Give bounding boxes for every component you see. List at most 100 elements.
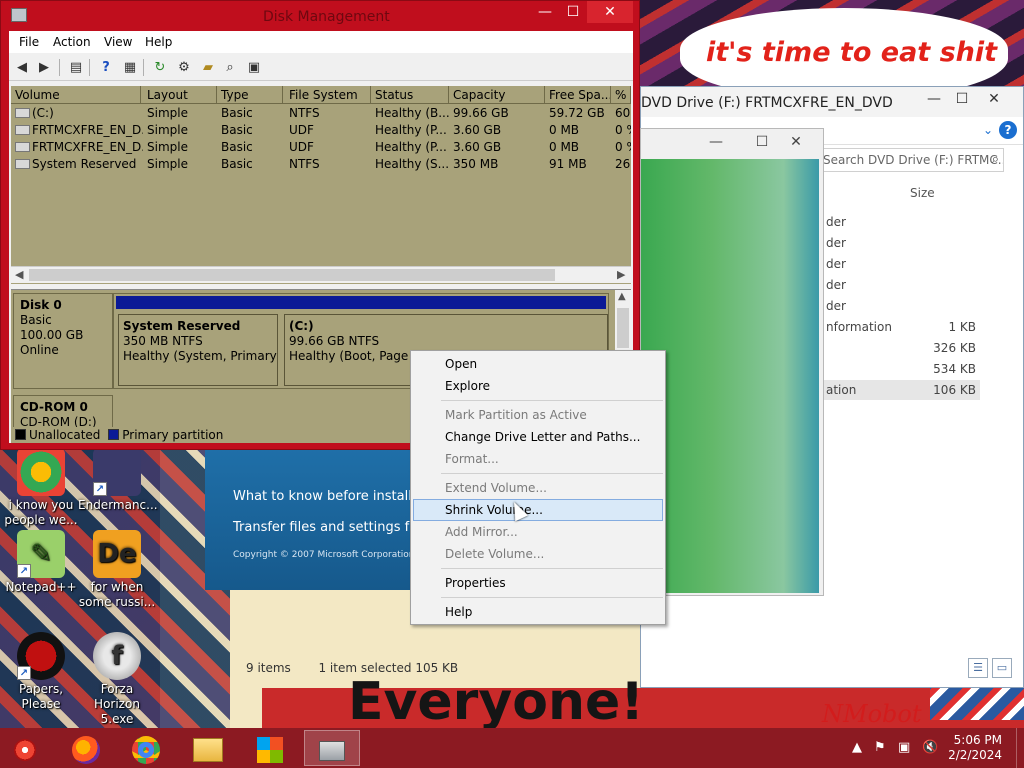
list-item-selected[interactable]: ation 106 KB (824, 380, 980, 400)
forward-arrow-icon[interactable]: ▶ (35, 59, 53, 76)
menu-item-shrink-volume[interactable]: Shrink Volume... (413, 499, 663, 521)
disk-0-label[interactable]: Disk 0 Basic 100.00 GB Online (13, 293, 113, 389)
taskbar-chrome[interactable] (118, 730, 174, 766)
volume-muted-icon[interactable]: 🔇 (922, 740, 938, 755)
list-item[interactable]: der (826, 212, 980, 232)
papers-please-icon: ↗ (17, 632, 65, 680)
chevron-down-icon[interactable]: ⌄ (983, 123, 993, 137)
column-header-layout[interactable]: Layout (143, 86, 217, 104)
scroll-left-icon[interactable]: ◀ (15, 268, 23, 281)
console-tree-icon[interactable]: ▤ (67, 59, 85, 76)
folder-icon (193, 737, 223, 762)
menu-item-format[interactable]: Format... (413, 448, 663, 470)
desktop-icon-label: Notepad++ (5, 580, 77, 594)
menu-file[interactable]: File (19, 35, 39, 49)
settings-icon[interactable]: ▣ (245, 59, 263, 76)
minimize-button[interactable]: — (919, 89, 949, 109)
column-header-status[interactable]: Status (371, 86, 449, 104)
show-hidden-icons-icon[interactable]: ▲ (852, 740, 862, 755)
taskbar: ▲ ⚑ ▣ 🔇 5:06 PM 2/2/2024 (0, 728, 1024, 768)
table-row[interactable]: FRTMCXFRE_EN_D... Simple Basic UDF Healt… (11, 122, 631, 139)
explorer-search-input[interactable]: Search DVD Drive (F:) FRTMC... ⌕ (820, 148, 1004, 172)
action-center-flag-icon[interactable]: ⚑ (874, 740, 886, 755)
table-row[interactable]: (C:) Simple Basic NTFS Healthy (B... 99.… (11, 105, 631, 122)
list-item[interactable]: der (826, 254, 980, 274)
open-folder-icon[interactable]: ▰ (199, 59, 217, 76)
scroll-right-icon[interactable]: ▶ (617, 268, 625, 281)
help-icon[interactable]: ? (97, 59, 115, 76)
desktop-icon-forza-horizon[interactable]: f Forza Horizon 5.exe (78, 632, 156, 727)
rescan-disks-icon[interactable]: ⚙ (175, 59, 193, 76)
menu-help[interactable]: Help (145, 35, 172, 49)
properties-icon[interactable]: ▦ (121, 59, 139, 76)
taskbar-file-explorer[interactable] (180, 730, 236, 766)
scroll-up-icon[interactable]: ▲ (618, 291, 626, 302)
search-icon[interactable]: ⌕ (221, 59, 239, 76)
show-desktop-button[interactable] (1016, 728, 1024, 768)
desktop-icon-endermanch[interactable]: ↗ Endermanc... (78, 448, 158, 513)
refresh-icon[interactable]: ↻ (151, 59, 169, 76)
horizontal-scrollbar[interactable]: ◀ ▶ (11, 266, 631, 283)
explorer-titlebar[interactable]: DVD Drive (F:) FRTMCXFRE_EN_DVD — ☐ ✕ (641, 87, 1023, 117)
start-button[interactable] (0, 730, 50, 766)
menu-action[interactable]: Action (53, 35, 91, 49)
desktop-icon-dialog-editor[interactable]: De for when some russi... (78, 530, 156, 610)
scrollbar-thumb[interactable] (29, 269, 555, 281)
list-item[interactable]: 326 KB (826, 338, 980, 358)
taskbar-clock[interactable]: 5:06 PM 2/2/2024 (948, 733, 1002, 763)
maximize-button[interactable]: ☐ (947, 89, 977, 109)
scrollbar-thumb[interactable] (617, 308, 629, 348)
column-header-capacity[interactable]: Capacity (449, 86, 545, 104)
menu-bar: File Action View Help (9, 31, 633, 53)
menu-view[interactable]: View (104, 35, 132, 49)
search-icon: ⌕ (991, 152, 999, 167)
menu-item-open[interactable]: Open (413, 353, 663, 375)
menu-item-extend-volume[interactable]: Extend Volume... (413, 477, 663, 499)
column-header-file-system[interactable]: File System (285, 86, 371, 104)
list-item[interactable]: der (826, 296, 980, 316)
back-arrow-icon[interactable]: ◀ (13, 59, 31, 76)
column-header-percent-free[interactable]: % F (611, 86, 631, 104)
menu-item-change-drive-letter[interactable]: Change Drive Letter and Paths... (413, 426, 663, 448)
menu-item-delete-volume[interactable]: Delete Volume... (413, 543, 663, 565)
list-item[interactable]: nformation 1 KB (826, 317, 980, 337)
menu-item-help[interactable]: Help (413, 601, 663, 623)
partition-system-reserved[interactable]: System Reserved 350 MB NTFS Healthy (Sys… (118, 314, 278, 386)
close-button[interactable]: ✕ (587, 1, 633, 23)
maximize-button[interactable]: ☐ (559, 1, 587, 23)
minimize-button[interactable]: — (701, 131, 731, 153)
close-button[interactable]: ✕ (979, 89, 1009, 109)
table-row[interactable]: FRTMCXFRE_EN_D... Simple Basic UDF Healt… (11, 139, 631, 156)
table-row[interactable]: System Reserved Simple Basic NTFS Health… (11, 156, 631, 173)
help-icon[interactable]: ? (999, 121, 1017, 139)
list-item[interactable]: der (826, 275, 980, 295)
menu-item-mark-active[interactable]: Mark Partition as Active (413, 404, 663, 426)
close-button[interactable]: ✕ (781, 131, 811, 153)
column-header-type[interactable]: Type (217, 86, 283, 104)
disk-management-titlebar[interactable]: Disk Management — ☐ ✕ (1, 1, 639, 31)
taskbar-firefox[interactable] (58, 730, 114, 766)
taskbar-disk-management[interactable] (304, 730, 360, 766)
desktop-icon-iknowyou[interactable]: i know you people we... (2, 448, 80, 528)
minimize-button[interactable]: — (531, 1, 559, 23)
details-view-icon[interactable]: ☰ (968, 658, 988, 678)
desktop-icon-papers-please[interactable]: ↗ Papers, Please (2, 632, 80, 712)
desktop-icon-label: i know you people we... (4, 498, 78, 527)
cdrom-0-label[interactable]: CD-ROM 0 CD-ROM (D:) (13, 395, 113, 429)
menu-item-explore[interactable]: Explore (413, 375, 663, 397)
menu-item-add-mirror[interactable]: Add Mirror... (413, 521, 663, 543)
menu-item-properties[interactable]: Properties (413, 572, 663, 594)
desktop-icon-label: Papers, Please (18, 682, 64, 711)
large-icons-view-icon[interactable]: ▭ (992, 658, 1012, 678)
maximize-button[interactable]: ☐ (747, 131, 777, 153)
wallpaper-banner-text: Everyone! (348, 672, 644, 728)
clock-time: 5:06 PM (953, 733, 1002, 747)
column-header-free-space[interactable]: Free Spa... (545, 86, 611, 104)
list-item[interactable]: 534 KB (826, 359, 980, 379)
column-header-volume[interactable]: Volume (11, 86, 141, 104)
desktop-icon-notepadpp[interactable]: ✎ ↗ Notepad++ (2, 530, 80, 595)
list-item[interactable]: der (826, 233, 980, 253)
taskbar-windows-setup[interactable] (242, 730, 298, 766)
network-icon[interactable]: ▣ (898, 740, 910, 755)
column-header-size[interactable]: Size (910, 186, 935, 200)
